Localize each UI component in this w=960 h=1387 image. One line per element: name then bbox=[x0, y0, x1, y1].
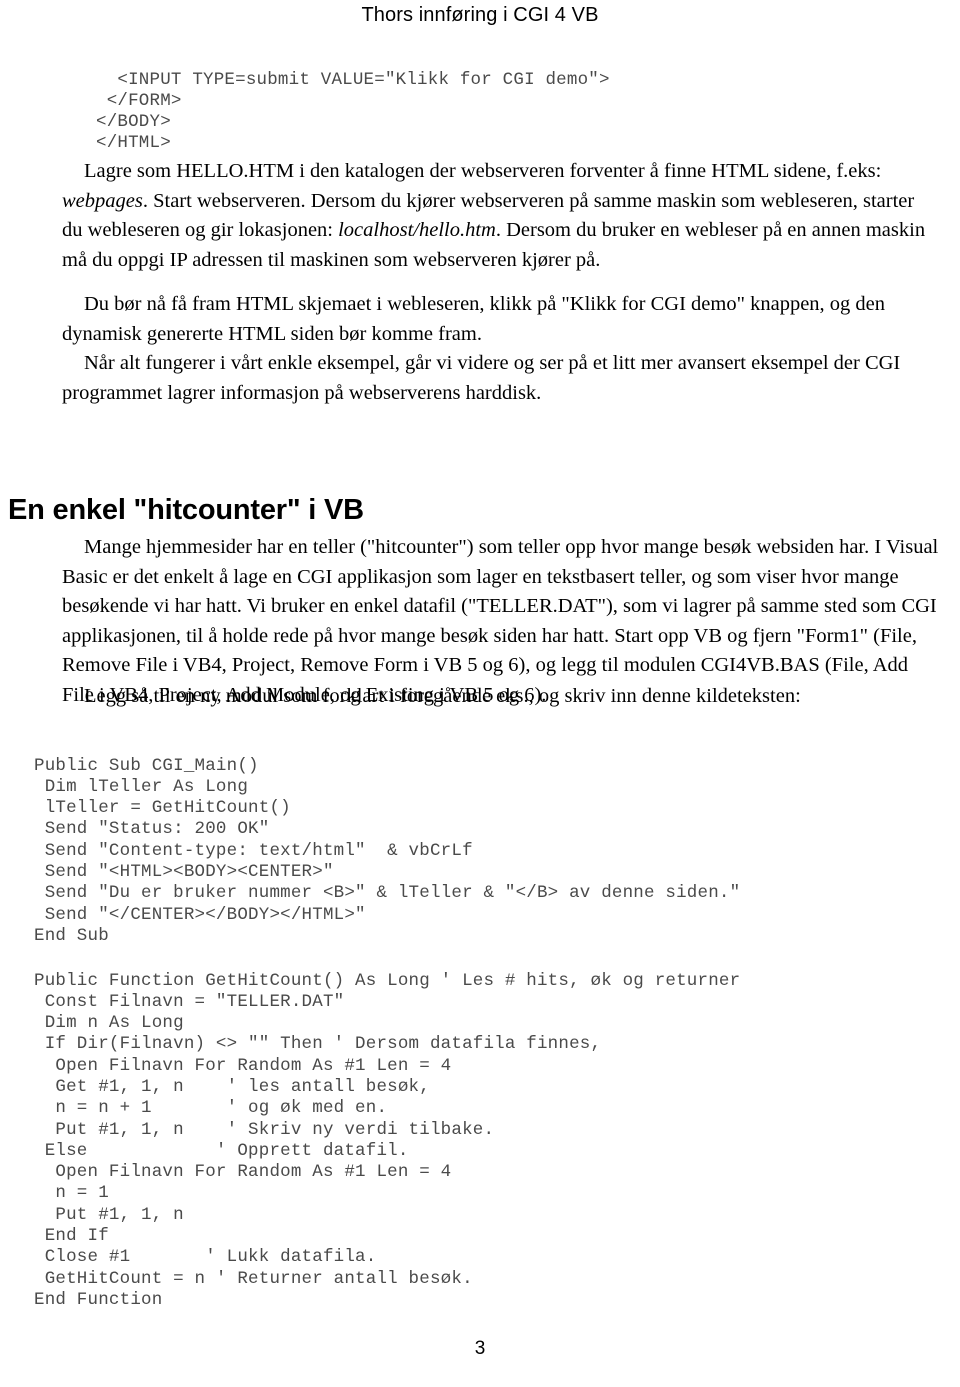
section-heading-hitcounter: En enkel "hitcounter" i VB bbox=[8, 494, 364, 527]
emphasis-localhost-url: localhost/hello.htm bbox=[338, 219, 496, 242]
paragraph-text-part: Lagre som HELLO.HTM i den katalogen der … bbox=[84, 160, 882, 182]
paragraph-text: Legg så til en ny modul som forklart i f… bbox=[84, 685, 801, 707]
paragraph-save-hello-htm: Lagre som HELLO.HTM i den katalogen der … bbox=[62, 157, 937, 275]
page-number: 3 bbox=[474, 1338, 486, 1359]
document-page: Thors innføring i CGI 4 VB <INPUT TYPE=s… bbox=[0, 0, 960, 1387]
emphasis-webpages: webpages bbox=[62, 189, 143, 212]
paragraph-text: Du bør nå få fram HTML skjemaet i webles… bbox=[62, 293, 886, 345]
code-block-cgi-main: Public Sub CGI_Main() Dim lTeller As Lon… bbox=[34, 755, 741, 946]
paragraph-add-new-module: Legg så til en ny modul som forklart i f… bbox=[62, 682, 942, 712]
paragraph-form-should-appear: Du bør nå få fram HTML skjemaet i webles… bbox=[62, 290, 937, 349]
paragraph-text: Når alt fungerer i vårt enkle eksempel, … bbox=[62, 352, 901, 404]
running-header: Thors innføring i CGI 4 VB bbox=[361, 4, 599, 26]
paragraph-next-example: Når alt fungerer i vårt enkle eksempel, … bbox=[62, 349, 937, 408]
code-block-html-snippet: <INPUT TYPE=submit VALUE="Klikk for CGI … bbox=[96, 69, 610, 154]
code-block-gethitcount: Public Function GetHitCount() As Long ' … bbox=[34, 970, 741, 1310]
